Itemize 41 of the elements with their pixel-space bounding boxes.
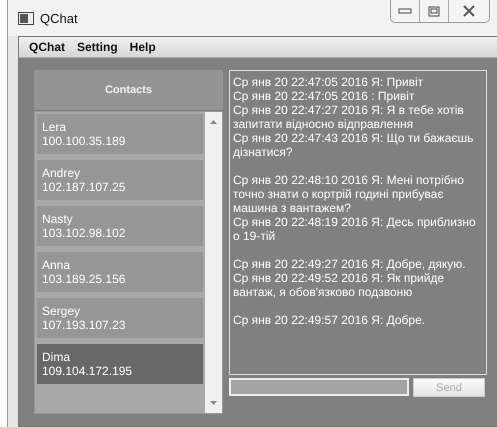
- window-title: QChat: [40, 10, 78, 26]
- contact-address: 100.100.35.189: [42, 134, 126, 148]
- contact-name: Sergey: [42, 304, 82, 318]
- scroll-up-icon[interactable]: [210, 120, 217, 124]
- chat-message: Ср янв 20 22:49:27 2016 Я: Добре, дякую.: [233, 257, 467, 271]
- contact-address: 107.193.107.23: [42, 318, 126, 332]
- contact-item[interactable]: Anna 103.189.25.156: [37, 252, 203, 292]
- contacts-header: Contacts: [34, 70, 223, 111]
- menu-item[interactable]: Setting: [71, 40, 124, 54]
- contact-item[interactable]: Nasty 103.102.98.102: [37, 206, 203, 246]
- chat-message: Ср янв 20 22:47:05 2016 Я: Привіт: [233, 75, 424, 89]
- app-icon: [18, 12, 34, 24]
- contact-address: 102.187.107.25: [42, 180, 126, 194]
- minimize-button[interactable]: [391, 0, 420, 22]
- contact-name: Dima: [42, 350, 72, 364]
- chat-message: Ср янв 20 22:49:57 2016 Я: Добре.: [233, 313, 426, 327]
- contact-item[interactable]: Dima 109.104.172.195: [37, 344, 203, 384]
- contact-name: Lera: [42, 120, 68, 134]
- contact-address: 109.104.172.195: [42, 364, 134, 378]
- maximize-icon: [428, 6, 440, 16]
- contact-address: 103.102.98.102: [42, 226, 126, 240]
- chat-message: Ср янв 20 22:47:27 2016 Я: Я в тебе хотів запитати відносно відправлення: [233, 103, 465, 131]
- chat-message: Ср янв 20 22:48:10 2016 Я: Мені потрібно точно знати о кортрій годині прибуває машина з вантажем?: [233, 173, 465, 215]
- contact-name: Nasty: [42, 212, 74, 226]
- chat-message: Ср янв 20 22:47:05 2016 : Привіт: [233, 89, 416, 103]
- menu-item[interactable]: Help: [124, 40, 162, 54]
- contact-name: Andrey: [42, 166, 82, 180]
- scrollbar[interactable]: [205, 112, 222, 413]
- contact-name: Anna: [42, 258, 72, 272]
- close-icon: [462, 5, 476, 17]
- contact-item[interactable]: Lera 100.100.35.189: [37, 114, 203, 154]
- contact-item[interactable]: Andrey 102.187.107.25: [37, 160, 203, 200]
- contact-item[interactable]: Sergey 107.193.107.23: [37, 298, 203, 338]
- contact-address: 103.189.25.156: [42, 272, 126, 286]
- scroll-down-icon[interactable]: [210, 401, 217, 405]
- chat-message: Ср янв 20 22:48:19 2016 Я: Десь приблизно о 19-тій: [233, 215, 477, 243]
- chat-message: Ср янв 20 22:47:43 2016 Я: Що ти бажаєшь дізнатися?: [233, 131, 474, 159]
- minimize-icon: [398, 7, 412, 15]
- menu-item[interactable]: QChat: [23, 40, 71, 54]
- message-input[interactable]: [229, 378, 409, 396]
- chat-message: Ср янв 20 22:49:52 2016 Я: Як прийде вантаж, я обов'язково подзвоню: [233, 271, 446, 299]
